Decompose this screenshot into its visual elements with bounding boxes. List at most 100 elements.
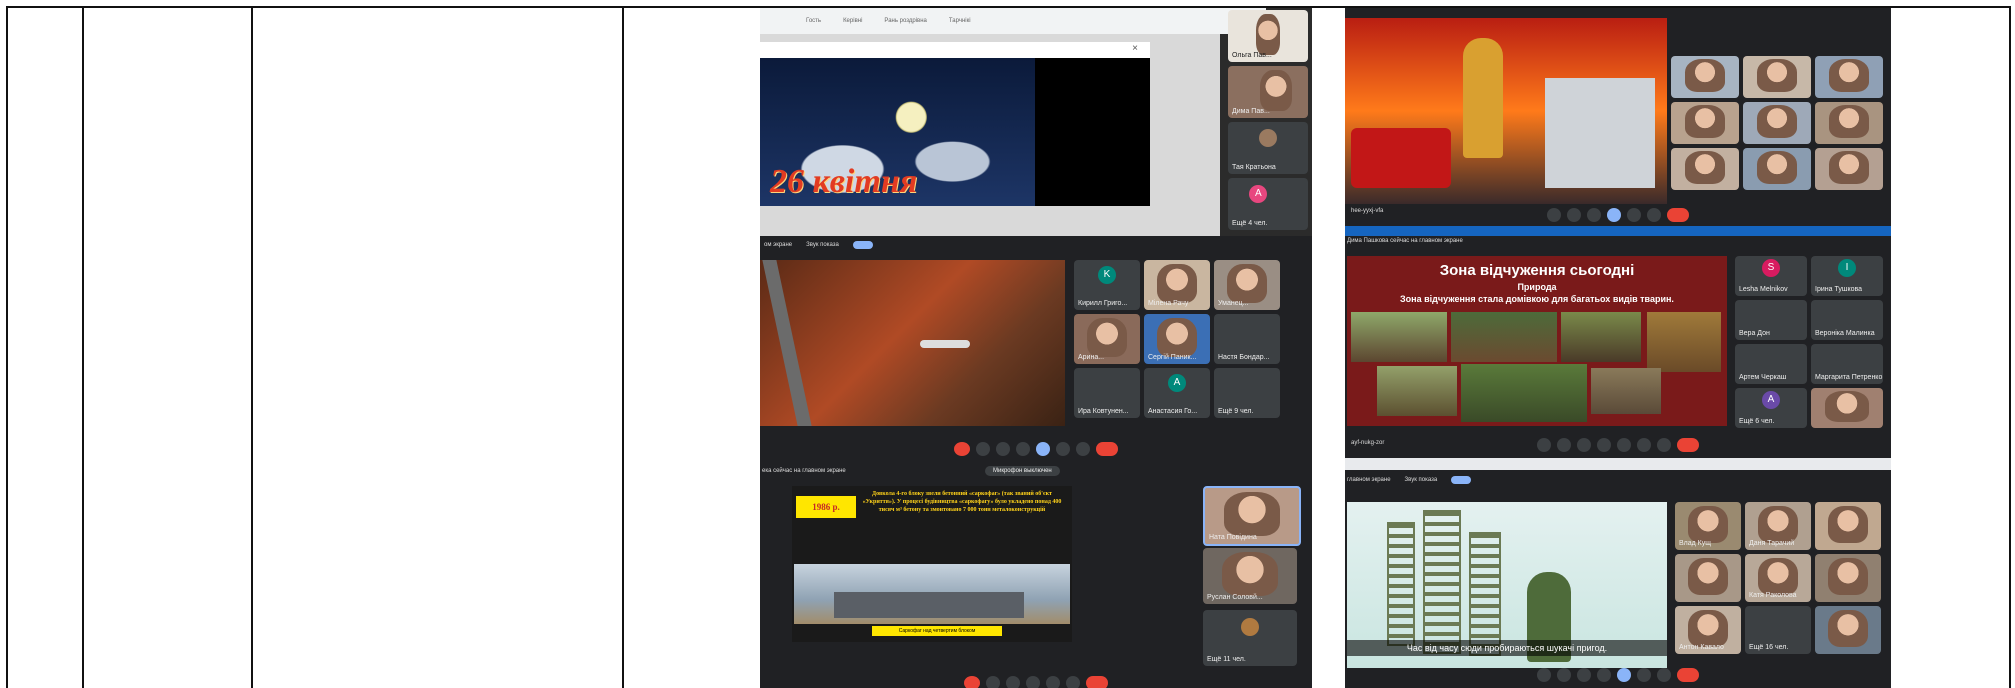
tab-4[interactable]: Тарчнікі: [949, 18, 971, 24]
meet-controls: [1345, 664, 1891, 686]
participant-tile[interactable]: [1815, 102, 1883, 144]
participant-tile[interactable]: Даня Тарачий: [1745, 502, 1811, 550]
participant-tile[interactable]: Уманец...: [1214, 260, 1280, 310]
camera-button[interactable]: [1557, 668, 1571, 682]
participant-tile[interactable]: [1743, 148, 1811, 190]
slide-subtitle: Природа: [1517, 282, 1557, 292]
participant-tile[interactable]: Вероніка Малинка: [1811, 300, 1883, 340]
participant-tile[interactable]: Тая Кратьона: [1228, 122, 1308, 174]
emoji-button[interactable]: [1016, 442, 1030, 456]
participant-tile[interactable]: I Ірина Тушкова: [1811, 256, 1883, 296]
participant-video: [1825, 391, 1869, 423]
hand-button[interactable]: [1056, 442, 1070, 456]
camera-button[interactable]: [976, 442, 990, 456]
participant-tile[interactable]: [1815, 148, 1883, 190]
sarcophagus-slide: 1986 р. Довкола 4-го блоку звели бетонни…: [792, 486, 1072, 642]
avatar: A: [1762, 391, 1780, 409]
tab-2[interactable]: Керівні: [843, 18, 862, 24]
mic-button[interactable]: [1537, 438, 1551, 452]
participant-tile[interactable]: Вера Дон: [1735, 300, 1807, 340]
captions-button[interactable]: [1577, 668, 1591, 682]
mic-off-button[interactable]: [964, 676, 980, 688]
tab-3[interactable]: Рань роздрівна: [884, 18, 926, 24]
mic-button[interactable]: [1547, 208, 1561, 222]
hand-button[interactable]: [1066, 676, 1080, 688]
participant-tile[interactable]: [1815, 502, 1881, 550]
present-button[interactable]: [1046, 676, 1060, 688]
end-call-button[interactable]: [1667, 208, 1689, 222]
captions-button[interactable]: [1577, 438, 1591, 452]
participant-tile[interactable]: Дима Пав...: [1228, 66, 1308, 118]
more-button[interactable]: [1657, 438, 1671, 452]
participant-video: [1157, 318, 1197, 357]
participant-tile[interactable]: [1671, 102, 1739, 144]
emoji-button[interactable]: [1026, 676, 1040, 688]
participant-tile[interactable]: [1743, 102, 1811, 144]
more-participants-tile[interactable]: A Ещё 4 чел.: [1228, 178, 1308, 230]
hand-button[interactable]: [1637, 438, 1651, 452]
participant-tile[interactable]: Ещё 9 чел.: [1214, 368, 1280, 418]
camera-button[interactable]: [986, 676, 1000, 688]
participant-tile[interactable]: S Lesha Melnikov: [1735, 256, 1807, 296]
participant-tile[interactable]: [1671, 148, 1739, 190]
participant-tile[interactable]: Влад Кущ: [1675, 502, 1741, 550]
captions-button[interactable]: [1587, 208, 1601, 222]
hand-button[interactable]: [1637, 668, 1651, 682]
participant-tile[interactable]: Маргарита Петренко: [1811, 344, 1883, 384]
sound-toggle[interactable]: [852, 241, 873, 249]
participant-tile[interactable]: Антон Кавало: [1675, 606, 1741, 654]
participant-tile[interactable]: Руслан Соловй...: [1203, 548, 1297, 604]
participant-tile[interactable]: Настя Бондар...: [1214, 314, 1280, 364]
participant-tile[interactable]: Ещё 16 чел.: [1745, 606, 1811, 654]
present-button[interactable]: [1036, 442, 1050, 456]
participant-tile[interactable]: [1671, 56, 1739, 98]
end-call-button[interactable]: [1677, 668, 1699, 682]
close-icon[interactable]: ×: [1132, 43, 1138, 54]
animal-photo: [1351, 312, 1447, 362]
participant-tile[interactable]: Ира Ковтунен...: [1074, 368, 1140, 418]
tab-1[interactable]: Гость: [806, 18, 821, 24]
stalker-slide: Час від часу сюди пробираються шукачі пр…: [1347, 502, 1667, 668]
end-call-button[interactable]: [1677, 438, 1699, 452]
participant-tile[interactable]: [1811, 388, 1883, 428]
participant-tile[interactable]: A Анастасия Го...: [1144, 368, 1210, 418]
more-button[interactable]: [1647, 208, 1661, 222]
night-slide: 26 квітня: [760, 58, 1150, 206]
sound-toggle[interactable]: [1451, 476, 1472, 484]
participant-tile[interactable]: Ната Повідина: [1203, 486, 1301, 546]
more-participants-tile[interactable]: Ещё 11 чел.: [1203, 610, 1297, 666]
participant-name: Ира Ковтунен...: [1078, 408, 1129, 415]
participant-tile[interactable]: K Кирилл Григо...: [1074, 260, 1140, 310]
participant-tile[interactable]: [1815, 554, 1881, 602]
end-call-button[interactable]: [1096, 442, 1118, 456]
participant-tile[interactable]: [1675, 554, 1741, 602]
present-button[interactable]: [1617, 668, 1631, 682]
participant-tile[interactable]: A Ещё 6 чел.: [1735, 388, 1807, 428]
more-button[interactable]: [1076, 442, 1090, 456]
emoji-button[interactable]: [1597, 438, 1611, 452]
participant-tile[interactable]: Артем Черкаш: [1735, 344, 1807, 384]
mic-button[interactable]: [1537, 668, 1551, 682]
participant-tile[interactable]: Катя Раколова: [1745, 554, 1811, 602]
captions-button[interactable]: [996, 442, 1010, 456]
present-button[interactable]: [1607, 208, 1621, 222]
participant-name: Ещё 16 чел.: [1749, 644, 1789, 651]
building: [1545, 78, 1655, 188]
more-button[interactable]: [1657, 668, 1671, 682]
participant-tile[interactable]: Сергій Паник...: [1144, 314, 1210, 364]
participant-tile[interactable]: [1815, 56, 1883, 98]
captions-button[interactable]: [1006, 676, 1020, 688]
participant-tile[interactable]: Мілена Рачу: [1144, 260, 1210, 310]
camera-button[interactable]: [1567, 208, 1581, 222]
camera-button[interactable]: [1557, 438, 1571, 452]
participant-tile[interactable]: [1743, 56, 1811, 98]
hand-button[interactable]: [1627, 208, 1641, 222]
participant-tile[interactable]: Ольга Пав...: [1228, 10, 1308, 62]
emoji-button[interactable]: [1597, 668, 1611, 682]
participant-tile[interactable]: [1815, 606, 1881, 654]
mic-off-button[interactable]: [954, 442, 970, 456]
present-button[interactable]: [1617, 438, 1631, 452]
meet-controls: [1345, 204, 1891, 226]
participant-tile[interactable]: Арина...: [1074, 314, 1140, 364]
end-call-button[interactable]: [1086, 676, 1108, 688]
